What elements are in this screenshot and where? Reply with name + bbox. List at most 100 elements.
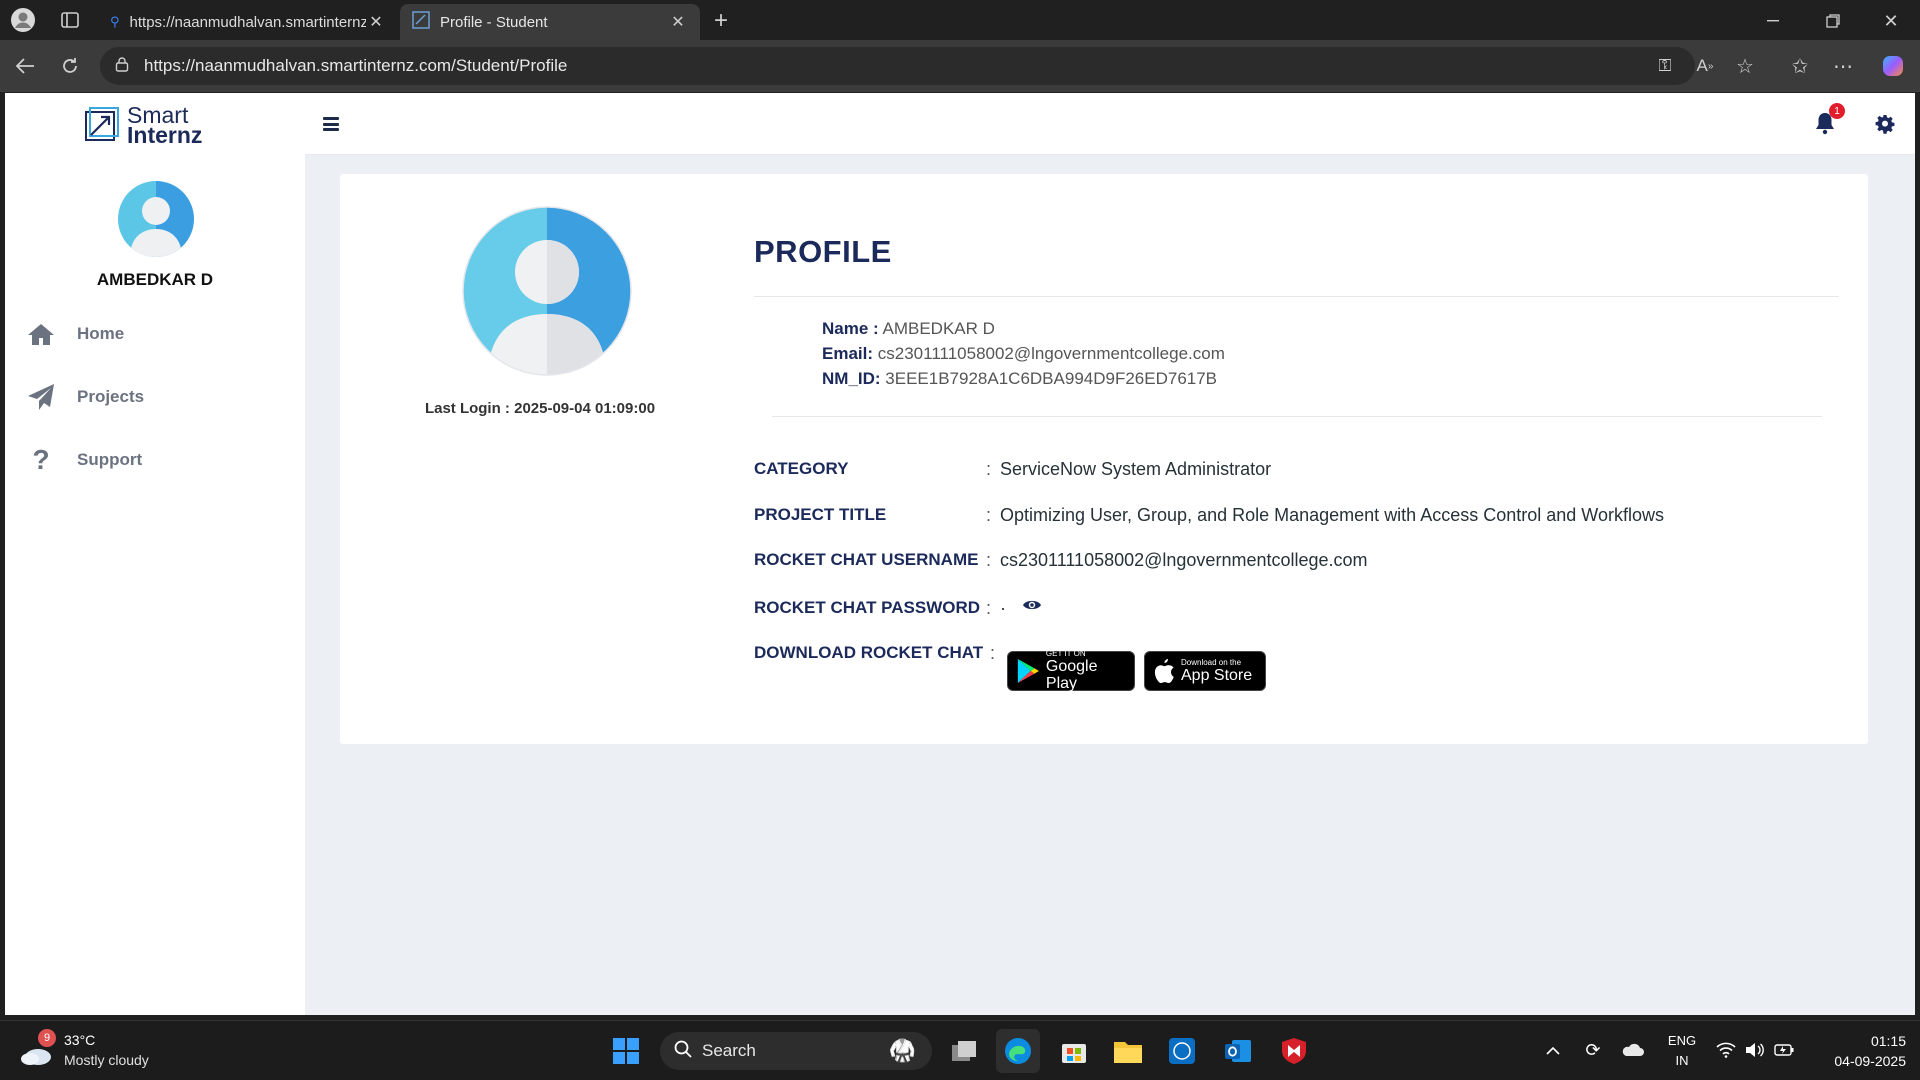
clock-date: 04-09-2025 (1834, 1053, 1906, 1069)
user-avatar (118, 181, 194, 257)
profile-icon[interactable] (8, 5, 38, 35)
sidebar-item-label: Support (77, 450, 143, 469)
separator: : (986, 598, 992, 618)
divider (754, 296, 1839, 297)
weather-description: Mostly cloudy (64, 1052, 149, 1068)
rocket-chat-username-label: ROCKET CHAT USERNAME (754, 550, 979, 569)
project-title-value: Optimizing User, Group, and Role Managem… (1000, 505, 1664, 525)
profile-avatar (462, 206, 632, 376)
back-icon[interactable] (10, 51, 40, 81)
email-line: Email: cs2301111058002@lngovernmentcolle… (822, 341, 1225, 366)
paper-plane-icon (25, 381, 57, 413)
app-store-button[interactable]: Download on the App Store (1144, 651, 1266, 691)
page-viewport: Smart Internz AMBEDKAR D Home Projects ?… (5, 93, 1915, 1015)
separator: : (986, 459, 992, 479)
page-title: PROFILE (754, 234, 892, 269)
microsoft-store-icon[interactable] (1058, 1035, 1090, 1067)
windows-start-icon[interactable] (610, 1035, 642, 1067)
mcafee-icon[interactable] (1278, 1035, 1310, 1067)
project-title-row: PROJECT TITLE : Optimizing User, Group, … (754, 505, 1664, 526)
key-icon[interactable]: ⚿ (1650, 51, 1680, 81)
settings-gear-icon[interactable] (1875, 114, 1895, 134)
windows-taskbar: 9 33°C Mostly cloudy Search 🥋 ⟳ ENG IN 0… (0, 1020, 1920, 1080)
dell-app-icon[interactable] (1166, 1035, 1198, 1067)
address-bar[interactable]: https://naanmudhalvan.smartinternz.com/S… (100, 47, 1695, 85)
google-play-button[interactable]: GET IT ON Google Play (1007, 649, 1135, 692)
edge-browser-icon[interactable] (996, 1029, 1040, 1073)
sidebar: Smart Internz AMBEDKAR D Home Projects ?… (5, 93, 305, 1015)
search-highlight-icon: 🥋 (888, 1038, 916, 1063)
weather-badge: 9 (38, 1029, 56, 1047)
category-value: ServiceNow System Administrator (1000, 459, 1272, 479)
question-icon: ? (32, 444, 50, 475)
copilot-icon[interactable] (1878, 51, 1908, 81)
app-topbar (305, 93, 1915, 155)
task-view-icon[interactable] (948, 1035, 980, 1067)
show-password-eye-icon[interactable] (1022, 598, 1042, 612)
google-play-large-text: Google Play (1045, 658, 1098, 692)
onedrive-cloud-icon[interactable] (1618, 1037, 1646, 1063)
nmid-label: NM_ID: (822, 369, 881, 388)
outlook-icon[interactable] (1222, 1035, 1254, 1067)
notification-badge: 1 (1829, 103, 1845, 119)
sidebar-item-projects[interactable]: Projects (25, 377, 144, 417)
email-label: Email: (822, 344, 874, 363)
download-rocket-chat-row: DOWNLOAD ROCKET CHAT : (754, 643, 1004, 664)
tab-smartinternz[interactable]: ⚲ https://naanmudhalvan.smartinternz.com… (98, 4, 398, 40)
category-label: CATEGORY (754, 459, 849, 478)
close-tab-icon[interactable]: ✕ (668, 12, 688, 32)
google-play-small-text: GET IT ON (1045, 649, 1086, 658)
rocket-chat-password-row: ROCKET CHAT PASSWORD : · (754, 598, 1042, 619)
nmid-line: NM_ID: 3EEE1B7928A1C6DBA994D9F26ED7617B (822, 366, 1225, 391)
nmid-value: 3EEE1B7928A1C6DBA994D9F26ED7617B (885, 369, 1218, 388)
favicon-icon (412, 11, 430, 33)
close-tab-icon[interactable]: ✕ (366, 12, 386, 32)
new-tab-icon[interactable]: + (706, 6, 736, 36)
category-row: CATEGORY : ServiceNow System Administrat… (754, 459, 1271, 480)
download-rocket-chat-label: DOWNLOAD ROCKET CHAT (754, 643, 984, 662)
more-options-icon[interactable]: ⋯ (1828, 51, 1858, 81)
apple-icon (1154, 659, 1174, 684)
sidebar-item-home[interactable]: Home (25, 314, 124, 354)
sidebar-item-support[interactable]: ? Support (25, 440, 142, 480)
wifi-icon[interactable] (1714, 1037, 1738, 1063)
input-language[interactable]: ENG IN (1664, 1031, 1700, 1071)
sidebar-item-label: Projects (77, 387, 145, 406)
logo-mark-icon (85, 107, 119, 141)
rocket-chat-username-value: cs2301111058002@lngovernmentcollege.com (1000, 550, 1368, 570)
file-explorer-icon[interactable] (1112, 1035, 1144, 1067)
favorites-icon[interactable]: ✩ (1785, 51, 1815, 81)
rocket-chat-password-value: · (1000, 598, 1006, 618)
divider (772, 416, 1822, 417)
system-clock[interactable]: 01:15 04-09-2025 (1810, 1031, 1906, 1071)
menu-toggle-icon[interactable] (323, 117, 339, 131)
taskbar-search[interactable]: Search 🥋 (660, 1032, 932, 1070)
sidebar-user-name: AMBEDKAR D (96, 270, 214, 289)
close-window-icon[interactable]: ✕ (1876, 6, 1906, 36)
search-icon (674, 1040, 692, 1063)
read-aloud-icon[interactable]: A» (1690, 51, 1720, 81)
smartinternz-logo[interactable]: Smart Internz (83, 104, 203, 148)
volume-icon[interactable] (1742, 1037, 1766, 1063)
separator: : (990, 643, 996, 663)
project-title-label: PROJECT TITLE (754, 505, 887, 524)
last-login: Last Login : 2025-09-04 01:09:00 (424, 400, 656, 417)
refresh-icon[interactable] (55, 51, 85, 81)
name-value: AMBEDKAR D (882, 319, 995, 338)
tab-title: https://naanmudhalvan.smartinternz.com (129, 13, 366, 31)
favorite-star-icon[interactable]: ☆ (1730, 51, 1760, 81)
tab-profile-student[interactable]: Profile - Student ✕ (400, 4, 700, 40)
basic-info: Name : AMBEDKAR D Email: cs2301111058002… (822, 316, 1225, 391)
sync-status-icon[interactable]: ⟳ (1580, 1037, 1606, 1063)
tab-actions-icon[interactable] (56, 6, 84, 34)
battery-icon[interactable] (1772, 1037, 1796, 1063)
name-line: Name : AMBEDKAR D (822, 316, 1225, 341)
show-hidden-icons-chevron[interactable] (1540, 1037, 1566, 1063)
region-code: IN (1675, 1053, 1689, 1068)
separator: : (986, 550, 992, 570)
restore-icon[interactable] (1818, 6, 1848, 36)
name-label: Name : (822, 319, 879, 338)
site-info-icon[interactable] (114, 56, 130, 77)
logo-text-line2: Internz (127, 122, 203, 148)
minimize-icon[interactable] (1758, 6, 1788, 36)
